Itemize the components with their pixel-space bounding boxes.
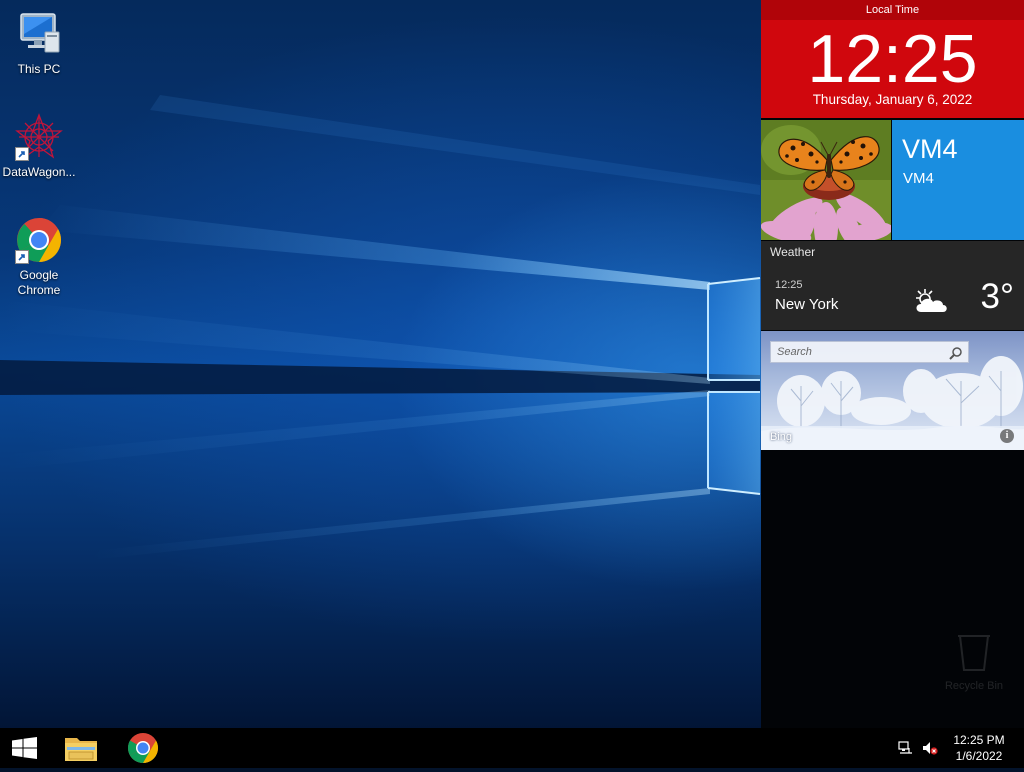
- recycle-bin-icon: [958, 635, 990, 671]
- vm-tile-title: VM4: [902, 134, 958, 164]
- weather-temperature: 3°: [980, 277, 1014, 316]
- taskbar-date: 1/6/2022: [955, 749, 1003, 763]
- recycle-bin-ghost: Recycle Bin: [944, 628, 1004, 698]
- weather-title: Weather: [770, 245, 816, 259]
- clock-date: Thursday, January 6, 2022: [812, 92, 973, 107]
- desktop-icon-label: DataWagon...: [2, 165, 76, 179]
- shortcut-arrow-icon: [15, 147, 29, 161]
- weather-tile[interactable]: Weather 12:25 New York 3°: [761, 241, 1024, 330]
- vm-tile[interactable]: VM4 VM4: [892, 120, 1024, 240]
- chrome-taskbar-button[interactable]: [119, 728, 167, 768]
- taskbar-clock[interactable]: 12:25 PM 1/6/2022: [944, 732, 1014, 764]
- folder-icon: [65, 738, 97, 761]
- datawagon-icon: [15, 113, 63, 161]
- network-icon[interactable]: [898, 740, 914, 756]
- bing-search-box[interactable]: [770, 341, 969, 363]
- windows-logo-icon: [12, 737, 37, 759]
- file-explorer-button[interactable]: [57, 728, 105, 768]
- weather-city: New York: [775, 296, 839, 313]
- vm-tile-subtitle: VM4: [903, 170, 934, 187]
- taskbar: 12:25 PM 1/6/2022: [0, 728, 1024, 768]
- start-button[interactable]: [0, 728, 48, 768]
- clock-tile[interactable]: Local Time 12:25 Thursday, January 6, 20…: [761, 0, 1024, 118]
- photo-tile[interactable]: [761, 120, 891, 240]
- recycle-bin-label: Recycle Bin: [944, 680, 1004, 692]
- weather-time: 12:25: [775, 279, 803, 291]
- desktop-icon-google-chrome[interactable]: Google Chrome: [1, 216, 77, 298]
- search-icon[interactable]: [949, 345, 963, 364]
- info-icon[interactable]: i: [1000, 429, 1014, 443]
- bing-tile[interactable]: Bing i: [761, 331, 1024, 450]
- clock-header: Local Time: [761, 0, 1024, 20]
- desktop-icon-label: Google Chrome: [17, 268, 61, 297]
- partly-cloudy-icon: [913, 288, 949, 318]
- clock-time: 12:25: [807, 21, 978, 97]
- volume-muted-icon[interactable]: [922, 740, 938, 756]
- gadget-panel: Local Time 12:25 Thursday, January 6, 20…: [761, 0, 1024, 728]
- this-pc-icon: [15, 10, 63, 58]
- taskbar-time: 12:25 PM: [953, 733, 1005, 747]
- butterfly-photo: [761, 120, 891, 240]
- bing-label: Bing: [770, 431, 793, 443]
- chrome-icon: [15, 216, 63, 264]
- desktop-icon-datawagon[interactable]: DataWagon...: [1, 113, 77, 180]
- desktop-icon-this-pc[interactable]: This PC: [1, 10, 77, 77]
- chrome-icon: [127, 733, 159, 764]
- desktop-icon-label: This PC: [17, 62, 61, 76]
- bing-search-input[interactable]: [771, 342, 947, 362]
- shortcut-arrow-icon: [15, 250, 29, 264]
